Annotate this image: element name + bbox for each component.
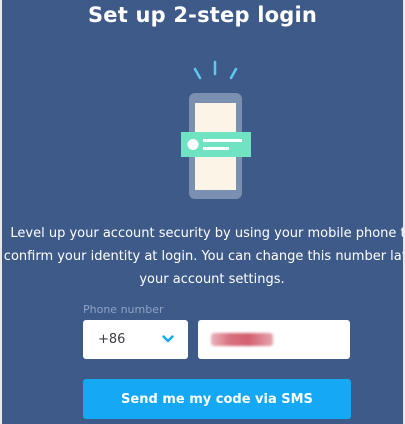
- signal-line-right: [229, 67, 238, 80]
- country-code-select[interactable]: +86: [83, 320, 188, 359]
- notification-line-1: [203, 139, 242, 142]
- notification-avatar: [187, 139, 199, 150]
- description-line-2: confirm your identity at login. You can …: [3, 249, 403, 264]
- description-line-3: your account settings.: [139, 272, 285, 287]
- send-sms-code-button[interactable]: Send me my code via SMS: [83, 379, 351, 419]
- country-code-value: +86: [98, 332, 126, 347]
- notification-line-2: [203, 147, 229, 150]
- phone-with-notification-icon: [181, 60, 251, 199]
- description: Level up your account security by using …: [2, 222, 403, 291]
- two-step-setup-page: Set up 2-step login Level up your accoun…: [2, 0, 403, 424]
- chevron-down-icon: [162, 335, 174, 343]
- description-line-1: Level up your account security by using …: [10, 226, 403, 241]
- phone-number-label: Phone number: [83, 303, 164, 316]
- signal-line-left: [193, 67, 202, 80]
- redacted-phone-number: [211, 333, 273, 346]
